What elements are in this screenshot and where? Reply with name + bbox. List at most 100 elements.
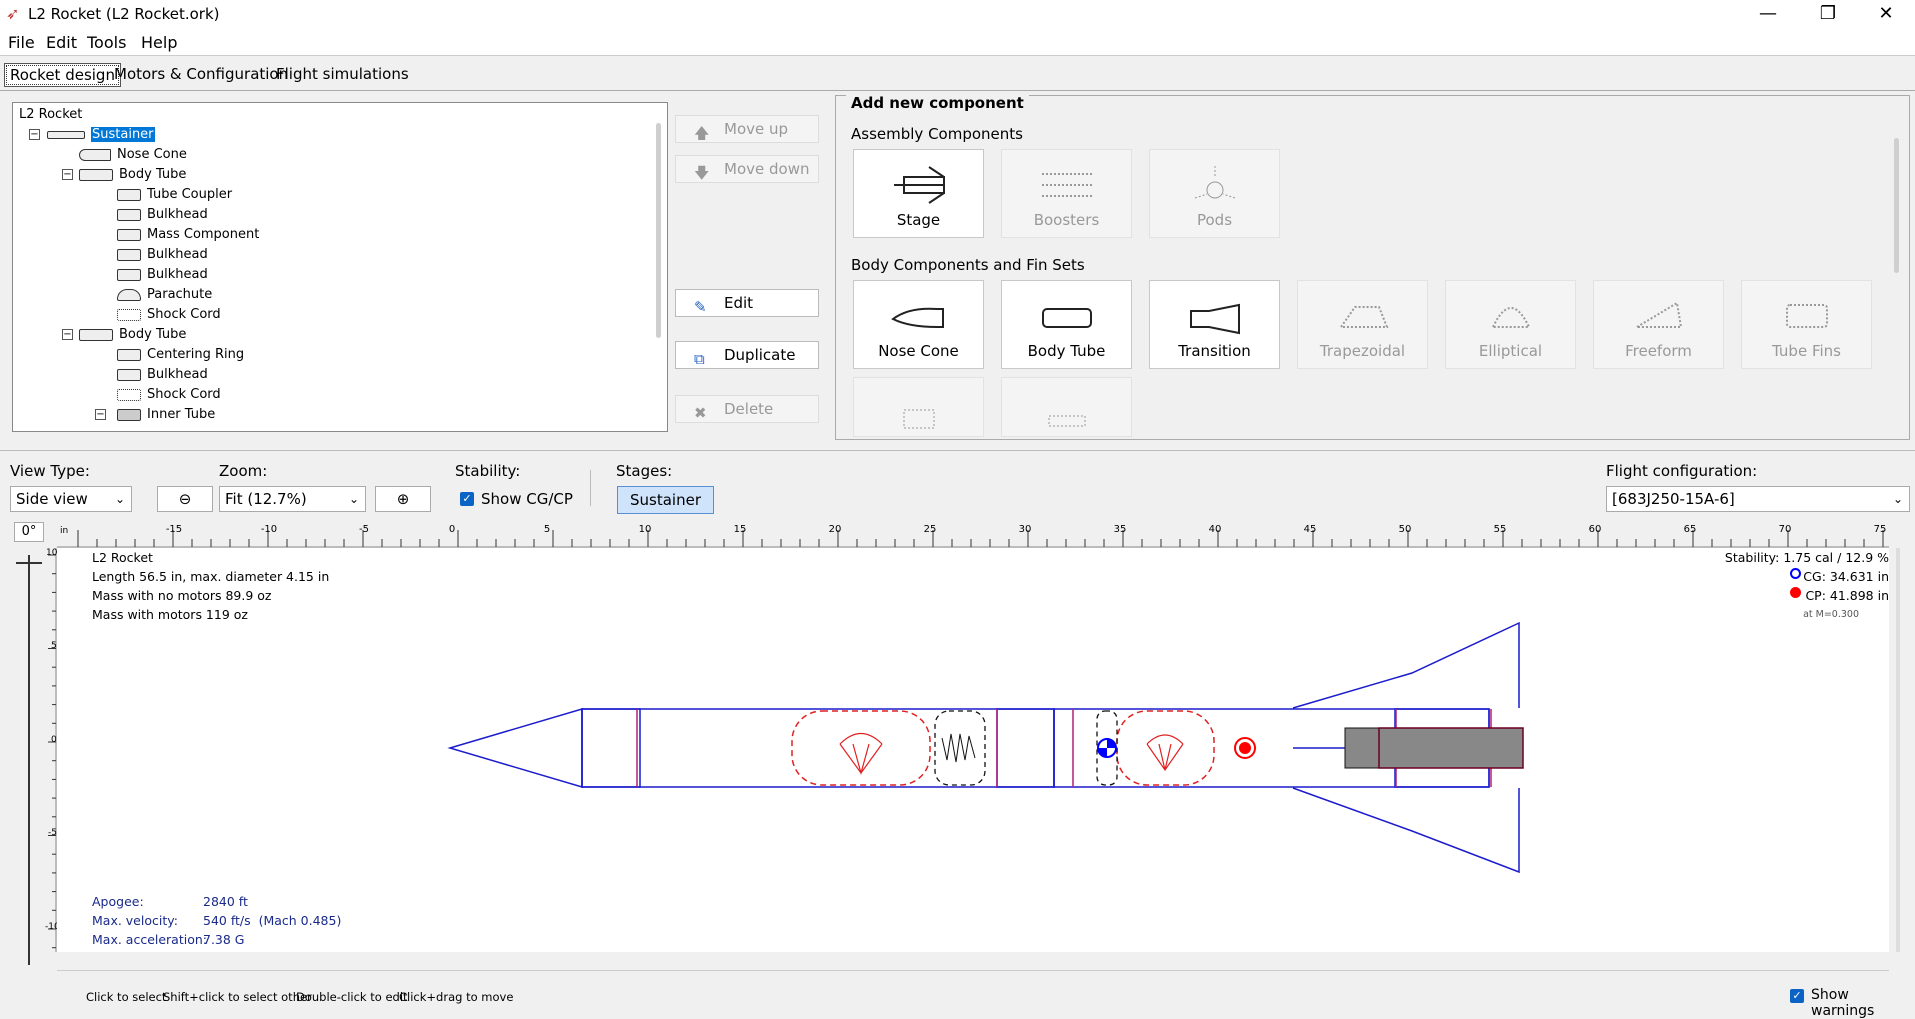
tree-item-shock-cord[interactable]: Shock Cord	[117, 385, 221, 405]
tree-item-bulkhead[interactable]: Bulkhead	[117, 245, 208, 265]
fin-bottom	[1292, 787, 1520, 874]
figure-scrollbar[interactable]	[1896, 548, 1900, 952]
ruler-label: 0	[51, 735, 57, 745]
rocket-drawing	[447, 621, 1524, 874]
tree-item-bulkhead[interactable]: Bulkhead	[117, 365, 208, 385]
add-boosters-button[interactable]: Boosters	[1001, 149, 1132, 238]
shock-cord-1-bounds	[934, 710, 986, 786]
add-tube-fins-button[interactable]: Tube Fins	[1741, 280, 1872, 369]
tree-item-bulkhead[interactable]: Bulkhead	[117, 265, 208, 285]
add-launch-lug-button[interactable]	[1001, 377, 1132, 437]
add-pods-button[interactable]: Pods	[1149, 149, 1280, 238]
menu-tools[interactable]: Tools	[87, 33, 126, 52]
menu-bar: File Edit Tools Help	[0, 30, 1915, 56]
tree-scrollbar[interactable]	[656, 123, 661, 338]
tree-root[interactable]: L2 Rocket	[19, 105, 82, 125]
add-transition-button[interactable]: Transition	[1149, 280, 1280, 369]
tree-item-nose-cone[interactable]: Nose Cone	[79, 145, 187, 165]
zoom-out-button[interactable]: ⊖	[157, 486, 213, 512]
ruler-label: 35	[1114, 524, 1127, 535]
tube-fins-icon	[1786, 304, 1828, 328]
show-warnings-checkbox[interactable]: ✓	[1790, 989, 1804, 1003]
minimize-button[interactable]: —	[1738, 0, 1798, 30]
stage-toggle-sustainer[interactable]: Sustainer	[617, 486, 714, 514]
tree-item-shock-cord[interactable]: Shock Cord	[117, 305, 221, 325]
collapse-inner-tube-icon[interactable]: −	[95, 409, 106, 420]
duplicate-button[interactable]: ⧉ Duplicate	[675, 341, 819, 369]
menu-edit[interactable]: Edit	[46, 33, 77, 52]
stages-label: Stages:	[616, 462, 673, 480]
collapse-sustainer-icon[interactable]: −	[29, 129, 40, 140]
inner-tube-icon	[903, 409, 935, 429]
ruler-label: -10	[261, 524, 277, 535]
add-component-title: Add new component	[846, 94, 1029, 112]
add-trapezoidal-fins-button[interactable]: Trapezoidal	[1297, 280, 1428, 369]
ruler-label: 10	[46, 548, 58, 558]
add-stage-button[interactable]: Stage	[853, 149, 984, 238]
body-heading: Body Components and Fin Sets	[851, 256, 1085, 274]
add-inner-component-button[interactable]	[853, 377, 984, 437]
window-title: L2 Rocket (L2 Rocket.ork)	[28, 5, 220, 23]
tree-item-parachute[interactable]: Parachute	[117, 285, 212, 305]
ruler-label: -15	[166, 524, 182, 535]
splitter[interactable]	[0, 450, 1915, 451]
tree-item-sustainer[interactable]: Sustainer	[47, 125, 155, 145]
tube-coupler	[581, 708, 641, 788]
rotation-slider-handle[interactable]	[16, 552, 42, 564]
show-cgcp-checkbox[interactable]: ✓	[460, 492, 474, 506]
ruler-label: -5	[359, 524, 369, 535]
zoom-select[interactable]: Fit (12.7%) ⌄	[219, 486, 366, 512]
tree-item-body-tube[interactable]: Body Tube	[79, 325, 186, 345]
chevron-down-icon: ⌄	[114, 492, 125, 506]
tree-item-tube-coupler[interactable]: Tube Coupler	[117, 185, 232, 205]
tree-item-mass-component[interactable]: Mass Component	[117, 225, 259, 245]
maximize-button[interactable]: ❐	[1798, 0, 1858, 30]
add-body-tube-button[interactable]: Body Tube	[1001, 280, 1132, 369]
freeform-fin-icon	[1633, 301, 1683, 328]
collapse-body-tube-2-icon[interactable]: −	[62, 329, 73, 340]
arrow-up-icon: 🡅	[694, 124, 710, 142]
rotation-slider-track[interactable]	[28, 555, 30, 965]
boosters-icon	[1042, 173, 1092, 197]
mass-component-icon	[117, 228, 141, 241]
nose-cone-icon	[79, 148, 111, 161]
ruler-label: 15	[734, 524, 747, 535]
shock-cord-1-icon	[941, 733, 976, 763]
amax-value: 7.38 G	[203, 932, 245, 947]
close-button[interactable]: ✕	[1856, 0, 1915, 30]
menu-file[interactable]: File	[8, 33, 35, 52]
move-up-button[interactable]: 🡅 Move up	[675, 115, 819, 143]
view-type-label: View Type:	[10, 462, 90, 480]
flight-config-label: Flight configuration:	[1606, 462, 1758, 480]
hint-double-click: Double-click to edit	[296, 990, 408, 1004]
collapse-body-tube-1-icon[interactable]: −	[62, 169, 73, 180]
component-tree[interactable]: L2 Rocket − Sustainer Nose Cone − Body T…	[12, 102, 668, 432]
delete-button[interactable]: ✖ Delete	[675, 395, 819, 423]
rocket-figure[interactable]: L2 Rocket Length 56.5 in, max. diameter …	[57, 548, 1889, 952]
arrow-down-icon: 🡇	[694, 164, 710, 182]
zoom-out-icon: ⊖	[178, 490, 192, 508]
add-nose-cone-button[interactable]: Nose Cone	[853, 280, 984, 369]
tab-motors-configuration[interactable]: Motors & Configuration	[109, 63, 293, 87]
zoom-in-button[interactable]: ⊕	[375, 486, 431, 512]
add-panel-scrollbar[interactable]	[1894, 138, 1899, 273]
menu-help[interactable]: Help	[141, 33, 177, 52]
move-down-button[interactable]: 🡇 Move down	[675, 155, 819, 183]
tree-item-centering-ring[interactable]: Centering Ring	[117, 345, 244, 365]
cp-icon	[1790, 587, 1801, 598]
ruler-label: -5	[48, 828, 57, 838]
view-type-select[interactable]: Side view ⌄	[10, 486, 132, 512]
tree-item-inner-tube[interactable]: Inner Tube	[117, 405, 215, 425]
edit-button[interactable]: ✎ Edit	[675, 289, 819, 317]
tab-flight-simulations[interactable]: Flight simulations	[271, 63, 414, 87]
bulkhead-icon	[117, 368, 141, 381]
tree-item-body-tube[interactable]: Body Tube	[79, 165, 186, 185]
add-freeform-fins-button[interactable]: Freeform	[1593, 280, 1724, 369]
tree-item-bulkhead[interactable]: Bulkhead	[117, 205, 208, 225]
add-elliptical-fins-button[interactable]: Elliptical	[1445, 280, 1576, 369]
bulkhead-icon	[117, 208, 141, 221]
tab-rocket-design[interactable]: Rocket design	[4, 63, 121, 87]
flight-config-select[interactable]: [683J250-15A-6] ⌄	[1606, 486, 1910, 512]
mass-motors-text: Mass with motors 119 oz	[92, 607, 248, 622]
rocket-name: L2 Rocket	[92, 550, 153, 565]
